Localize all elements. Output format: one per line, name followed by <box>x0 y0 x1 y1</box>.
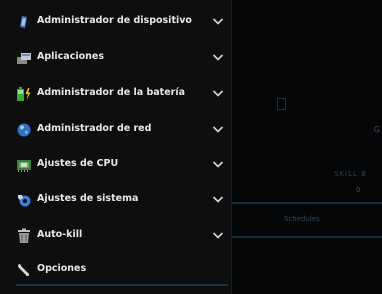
screen: G SKILL B 0 Schedules Administrador de d… <box>0 0 382 294</box>
navigation-drawer: Administrador de dispositivo Aplicacione… <box>0 0 232 294</box>
chevron-down-icon[interactable] <box>212 125 224 134</box>
globe-icon <box>17 123 31 137</box>
drawer-item-label: Auto-kill <box>37 229 83 240</box>
drawer-item-label: Administrador de red <box>37 123 152 134</box>
tab-schedules[interactable]: Schedules <box>284 215 320 223</box>
drawer-item-label: Opciones <box>37 263 87 274</box>
background-letter: G <box>373 125 380 134</box>
chevron-down-icon[interactable] <box>212 53 224 62</box>
drawer-item-label: Administrador de dispositivo <box>37 15 192 26</box>
background-value: 0 <box>356 186 361 194</box>
background-app: G SKILL B 0 Schedules <box>232 0 382 294</box>
drawer-item-battery-manager[interactable]: Administrador de la batería <box>0 77 232 111</box>
drawer-item-label: Aplicaciones <box>37 51 104 62</box>
drawer-bottom-divider <box>16 284 228 286</box>
trash-icon <box>18 228 30 243</box>
drawer-item-label: Ajustes de sistema <box>37 193 139 204</box>
drawer-item-cpu-settings[interactable]: Ajustes de CPU <box>0 148 232 182</box>
chevron-down-icon[interactable] <box>212 89 224 98</box>
chevron-down-icon[interactable] <box>212 195 224 204</box>
phone-icon <box>20 16 27 28</box>
apps-icon <box>17 53 31 64</box>
drawer-item-applications[interactable]: Aplicaciones <box>0 41 232 75</box>
drawer-item-label: Administrador de la batería <box>37 87 186 98</box>
drawer-item-system-settings[interactable]: Ajustes de sistema <box>0 183 232 217</box>
drawer-item-device-manager[interactable]: Administrador de dispositivo <box>0 5 232 39</box>
background-status-text: SKILL B <box>334 170 367 178</box>
drawer-item-options[interactable]: Opciones <box>0 253 232 287</box>
system-settings-icon <box>18 195 31 207</box>
background-divider-lower <box>232 236 382 238</box>
chevron-down-icon[interactable] <box>212 231 224 240</box>
background-divider <box>232 202 382 204</box>
chevron-down-icon[interactable] <box>212 17 224 26</box>
drawer-item-auto-kill[interactable]: Auto-kill <box>0 219 232 253</box>
wrench-icon <box>18 264 30 277</box>
chevron-down-icon[interactable] <box>212 160 224 169</box>
battery-icon <box>17 87 31 101</box>
cpu-icon <box>17 160 31 172</box>
device-outline-icon <box>277 98 286 110</box>
drawer-item-label: Ajustes de CPU <box>37 158 119 169</box>
drawer-item-network-manager[interactable]: Administrador de red <box>0 113 232 147</box>
